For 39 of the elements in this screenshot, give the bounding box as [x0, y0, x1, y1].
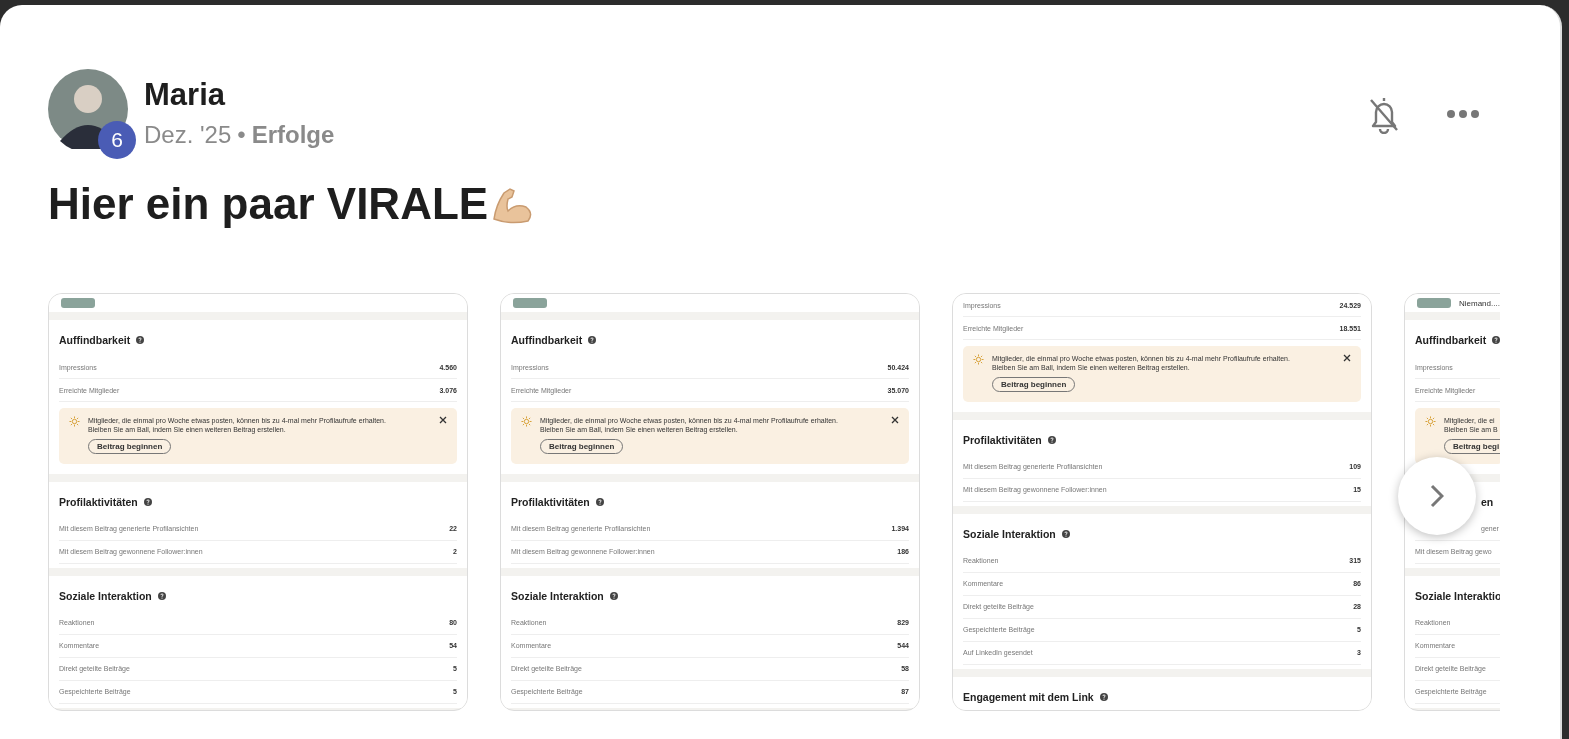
help-icon[interactable]	[1492, 336, 1500, 344]
help-icon[interactable]	[1099, 692, 1108, 701]
help-icon[interactable]	[595, 497, 604, 506]
level-badge: 6	[98, 121, 136, 159]
post-title: Hier ein paar VIRALE	[48, 179, 489, 229]
lightbulb-icon	[973, 354, 984, 365]
section-title: Soziale Interaktion	[963, 527, 1056, 540]
thumbnail-placeholder	[513, 298, 547, 308]
post-snippet: Niemand....	[1459, 298, 1500, 308]
section-title: Profilaktivitäten	[963, 433, 1042, 446]
chevron-right-icon	[1430, 484, 1444, 508]
help-icon[interactable]	[143, 497, 152, 506]
section-title: Auffindbarkeit	[1415, 334, 1487, 346]
section-title: Soziale Interaktion	[59, 589, 152, 602]
lightbulb-icon	[69, 416, 80, 427]
more-options-icon[interactable]	[1446, 109, 1480, 119]
post-date: Dez. '25	[144, 121, 232, 149]
section-title: Profilaktivitäten	[59, 495, 138, 508]
help-icon[interactable]	[609, 591, 618, 600]
help-icon[interactable]	[588, 336, 597, 344]
section-title: Engagement mit dem Link	[963, 690, 1094, 703]
help-icon[interactable]	[1047, 435, 1056, 444]
help-icon[interactable]	[157, 591, 166, 600]
meta-separator: •	[237, 121, 246, 149]
lightbulb-icon	[521, 416, 532, 427]
thumbnail-placeholder	[1417, 298, 1451, 308]
close-icon[interactable]	[439, 416, 447, 424]
close-icon[interactable]	[1343, 354, 1351, 362]
section-title: Soziale Interaktion	[511, 589, 604, 602]
lightbulb-icon	[1425, 416, 1436, 427]
help-icon[interactable]	[1061, 529, 1070, 538]
thumbnail-placeholder	[61, 298, 95, 308]
section-title: Auffindbarkeit	[59, 334, 131, 346]
section-title: Auffindbarkeit	[511, 334, 583, 346]
author-name[interactable]: Maria	[144, 77, 335, 113]
close-icon[interactable]	[891, 416, 899, 424]
section-title: Profilaktivitäten	[511, 495, 590, 508]
help-icon[interactable]	[136, 336, 145, 344]
section-title: en	[1481, 495, 1494, 508]
